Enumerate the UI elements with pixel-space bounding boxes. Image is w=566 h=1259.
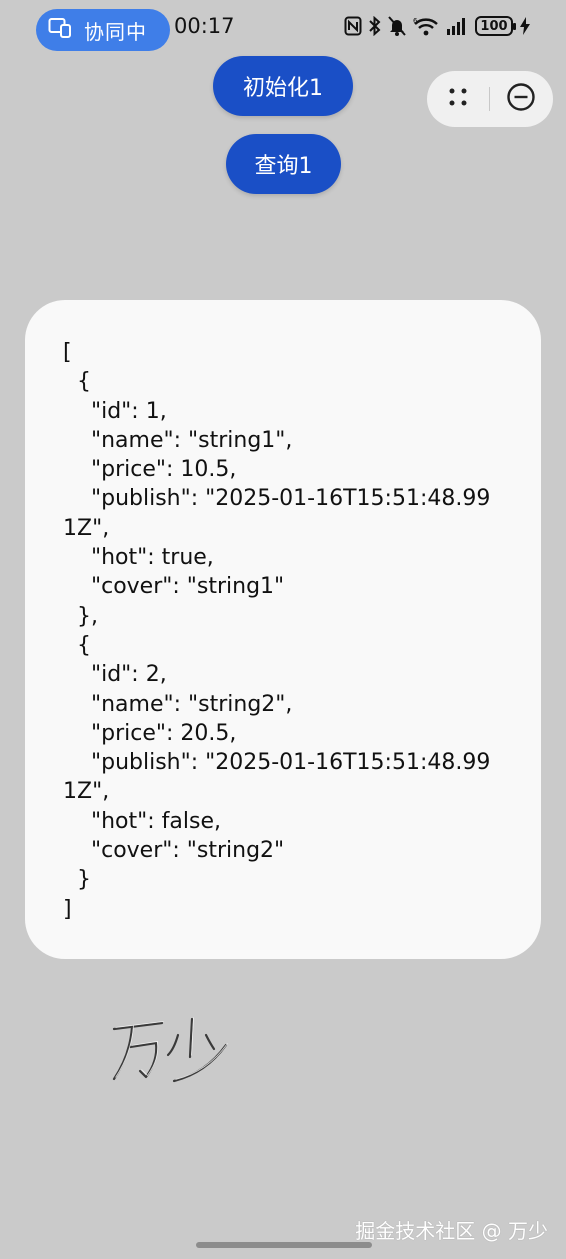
svg-text:6: 6 — [413, 17, 418, 25]
home-indicator[interactable] — [196, 1242, 372, 1248]
result-card: [ { "id": 1, "name": "string1", "price":… — [25, 300, 541, 959]
query-button[interactable]: 查询1 — [226, 134, 341, 194]
close-button[interactable] — [490, 71, 552, 127]
charging-bolt-icon — [520, 17, 530, 35]
init-button[interactable]: 初始化1 — [213, 56, 353, 116]
more-button[interactable] — [427, 71, 489, 127]
collaboration-label: 协同中 — [84, 19, 147, 44]
menu-capsule — [427, 71, 553, 127]
cellular-signal-icon — [446, 17, 468, 35]
status-icons: 6 100 — [344, 16, 530, 36]
mute-bell-icon — [388, 16, 406, 36]
status-time: 00:17 — [174, 14, 235, 38]
watermark-text: 掘金技术社区 @ 万少 — [355, 1219, 548, 1243]
handwritten-signature — [110, 1015, 240, 1089]
json-result-text: [ { "id": 1, "name": "string1", "price":… — [63, 340, 491, 922]
more-dots-icon — [446, 85, 470, 113]
battery-indicator: 100 — [475, 16, 516, 36]
nfc-icon — [344, 16, 362, 36]
close-circle-icon — [506, 82, 536, 116]
collaboration-pill[interactable]: 协同中 — [36, 9, 170, 51]
bluetooth-icon — [369, 16, 381, 36]
wifi-icon: 6 — [413, 16, 439, 36]
multi-device-icon — [48, 17, 72, 43]
